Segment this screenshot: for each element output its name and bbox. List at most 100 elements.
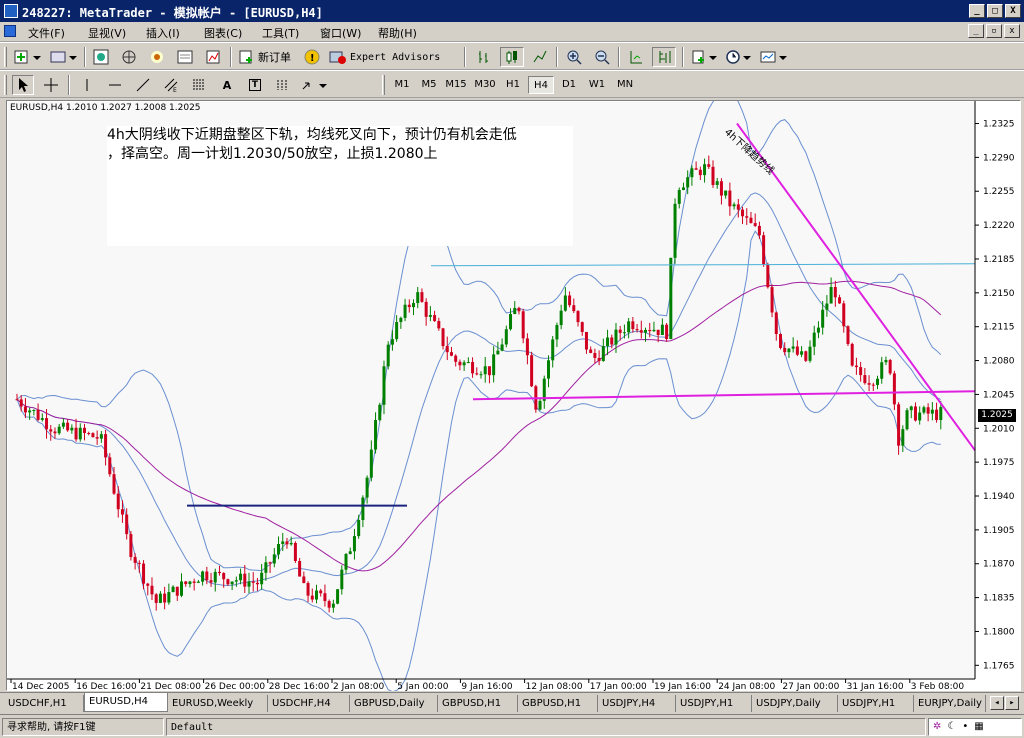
- auto-scroll-icon[interactable]: [624, 47, 648, 67]
- menu-insert[interactable]: 插入(I): [146, 25, 180, 41]
- periods-clock-icon[interactable]: [724, 47, 754, 67]
- zoom-out-icon[interactable]: [590, 47, 614, 67]
- price-tick-label: 1.2255: [983, 187, 1015, 197]
- tabs-scroll-right-icon[interactable]: ▸: [1005, 696, 1019, 710]
- candle-body: [580, 322, 584, 332]
- menu-file[interactable]: 文件(F): [28, 25, 65, 41]
- tab-usdjpy-h1[interactable]: USDJPY,H1: [676, 695, 752, 712]
- vertical-line-icon[interactable]: [76, 75, 98, 95]
- timeframe-mn[interactable]: MN: [612, 76, 638, 94]
- timeframe-w1[interactable]: W1: [584, 76, 610, 94]
- ime-logo-icon[interactable]: ✲: [933, 718, 941, 736]
- market-watch-icon[interactable]: [90, 47, 112, 67]
- candle-body: [268, 562, 272, 564]
- timeframe-h1[interactable]: H1: [500, 76, 526, 94]
- candle-body: [23, 406, 27, 413]
- timeframe-h4[interactable]: H4: [528, 76, 554, 94]
- timeframe-m5[interactable]: M5: [416, 76, 442, 94]
- mdi-minimize-button[interactable]: _: [968, 24, 984, 38]
- crosshair-icon[interactable]: [40, 75, 62, 95]
- candle-body: [314, 590, 318, 600]
- time-tick-label: 16 Dec 16:00: [76, 682, 137, 691]
- minimize-button[interactable]: _: [969, 4, 985, 18]
- menu-chart[interactable]: 图表(C): [204, 25, 242, 41]
- ime-bar[interactable]: ✲ ☾ • ▦: [928, 718, 1022, 736]
- candle-body: [272, 554, 276, 564]
- candle-body: [694, 168, 698, 170]
- candle-body: [673, 203, 677, 258]
- tab-usdjpy-daily[interactable]: USDJPY,Daily: [752, 695, 838, 712]
- toolbar-grip[interactable]: [382, 75, 385, 95]
- timeframe-d1[interactable]: D1: [556, 76, 582, 94]
- terminal-icon[interactable]: [174, 47, 196, 67]
- fibonacci-icon[interactable]: [188, 75, 210, 95]
- tab-gbpusd-h1[interactable]: GBPUSD,H1: [438, 695, 518, 712]
- bar-chart-icon[interactable]: [472, 47, 496, 67]
- candle-body: [382, 366, 386, 405]
- tab-gbpusd-h1-2[interactable]: GBPUSD,H1: [518, 695, 598, 712]
- timeframe-m30[interactable]: M30: [472, 76, 498, 94]
- tab-eurusd-h4[interactable]: EURUSD,H4: [84, 693, 168, 712]
- timeframe-m1[interactable]: M1: [389, 76, 415, 94]
- new-order-button[interactable]: 新订单: [238, 47, 298, 67]
- timeframe-m15[interactable]: M15: [443, 76, 469, 94]
- zoom-in-icon[interactable]: [562, 47, 586, 67]
- candle-body: [428, 315, 432, 317]
- menu-help[interactable]: 帮助(H): [378, 25, 417, 41]
- tab-eurusd-weekly[interactable]: EURUSD,Weekly: [168, 695, 268, 712]
- mdi-close-button[interactable]: x: [1004, 24, 1020, 38]
- tabs-scroll-left-icon[interactable]: ◂: [990, 696, 1004, 710]
- candle-body: [403, 304, 407, 318]
- candle-body: [584, 331, 588, 350]
- indicators-icon[interactable]: [690, 47, 720, 67]
- profiles-icon[interactable]: [48, 47, 80, 67]
- candle-body: [589, 349, 593, 353]
- tab-usdchf-h4[interactable]: USDCHF,H4: [268, 695, 350, 712]
- text-label-icon[interactable]: T: [244, 75, 266, 95]
- candle-body: [340, 569, 344, 590]
- tab-usdjpy-h4[interactable]: USDJPY,H4: [598, 695, 676, 712]
- ime-keyboard-icon[interactable]: ▦: [974, 718, 983, 736]
- channel-icon[interactable]: E: [160, 75, 182, 95]
- new-chart-icon[interactable]: [12, 47, 44, 67]
- candle-body: [610, 337, 614, 345]
- tab-gbpusd-daily[interactable]: GBPUSD,Daily: [350, 695, 438, 712]
- tab-usdjpy-h1-2[interactable]: USDJPY,H1: [838, 695, 914, 712]
- menu-window[interactable]: 窗口(W): [320, 25, 361, 41]
- strategy-tester-icon[interactable]: [202, 47, 224, 67]
- mdi-chart-icon[interactable]: [4, 25, 16, 37]
- candlestick-icon[interactable]: [500, 47, 524, 67]
- horizontal-line-icon[interactable]: [104, 75, 126, 95]
- candle-body: [361, 497, 365, 521]
- menu-view[interactable]: 显视(V): [88, 25, 126, 41]
- templates-icon[interactable]: [758, 47, 788, 67]
- close-button[interactable]: X: [1005, 4, 1021, 18]
- maximize-button[interactable]: □: [987, 4, 1003, 18]
- candle-body: [644, 329, 648, 333]
- ime-dot-icon[interactable]: •: [962, 718, 968, 736]
- data-window-icon[interactable]: [118, 47, 140, 67]
- candle-body: [791, 346, 795, 349]
- menu-tools[interactable]: 工具(T): [262, 25, 299, 41]
- line-chart-icon[interactable]: [528, 47, 552, 67]
- period-separator-icon[interactable]: [272, 75, 294, 95]
- text-tool-icon[interactable]: A: [216, 75, 238, 95]
- candle-body: [352, 536, 356, 552]
- arrows-icon[interactable]: [300, 75, 332, 95]
- toolbar-grip[interactable]: [4, 75, 7, 95]
- trendline-icon[interactable]: [132, 75, 154, 95]
- candle-body: [260, 572, 264, 585]
- tab-usdchf-h1[interactable]: USDCHF,H1: [4, 695, 84, 712]
- price-tick-label: 1.2045: [983, 390, 1015, 400]
- candle-body: [842, 303, 846, 327]
- navigator-icon[interactable]: [146, 47, 168, 67]
- chart-shift-icon[interactable]: [652, 47, 676, 67]
- warning-icon[interactable]: !: [302, 47, 322, 67]
- tab-eurjpy-daily[interactable]: EURJPY,Daily: [914, 695, 986, 712]
- mdi-restore-button[interactable]: ▫: [986, 24, 1002, 38]
- toolbar-grip[interactable]: [4, 47, 7, 67]
- expert-advisors-button[interactable]: Expert Advisors: [328, 47, 446, 67]
- candle-body: [568, 295, 572, 306]
- ime-moon-icon[interactable]: ☾: [947, 718, 956, 736]
- cursor-icon[interactable]: [12, 75, 34, 95]
